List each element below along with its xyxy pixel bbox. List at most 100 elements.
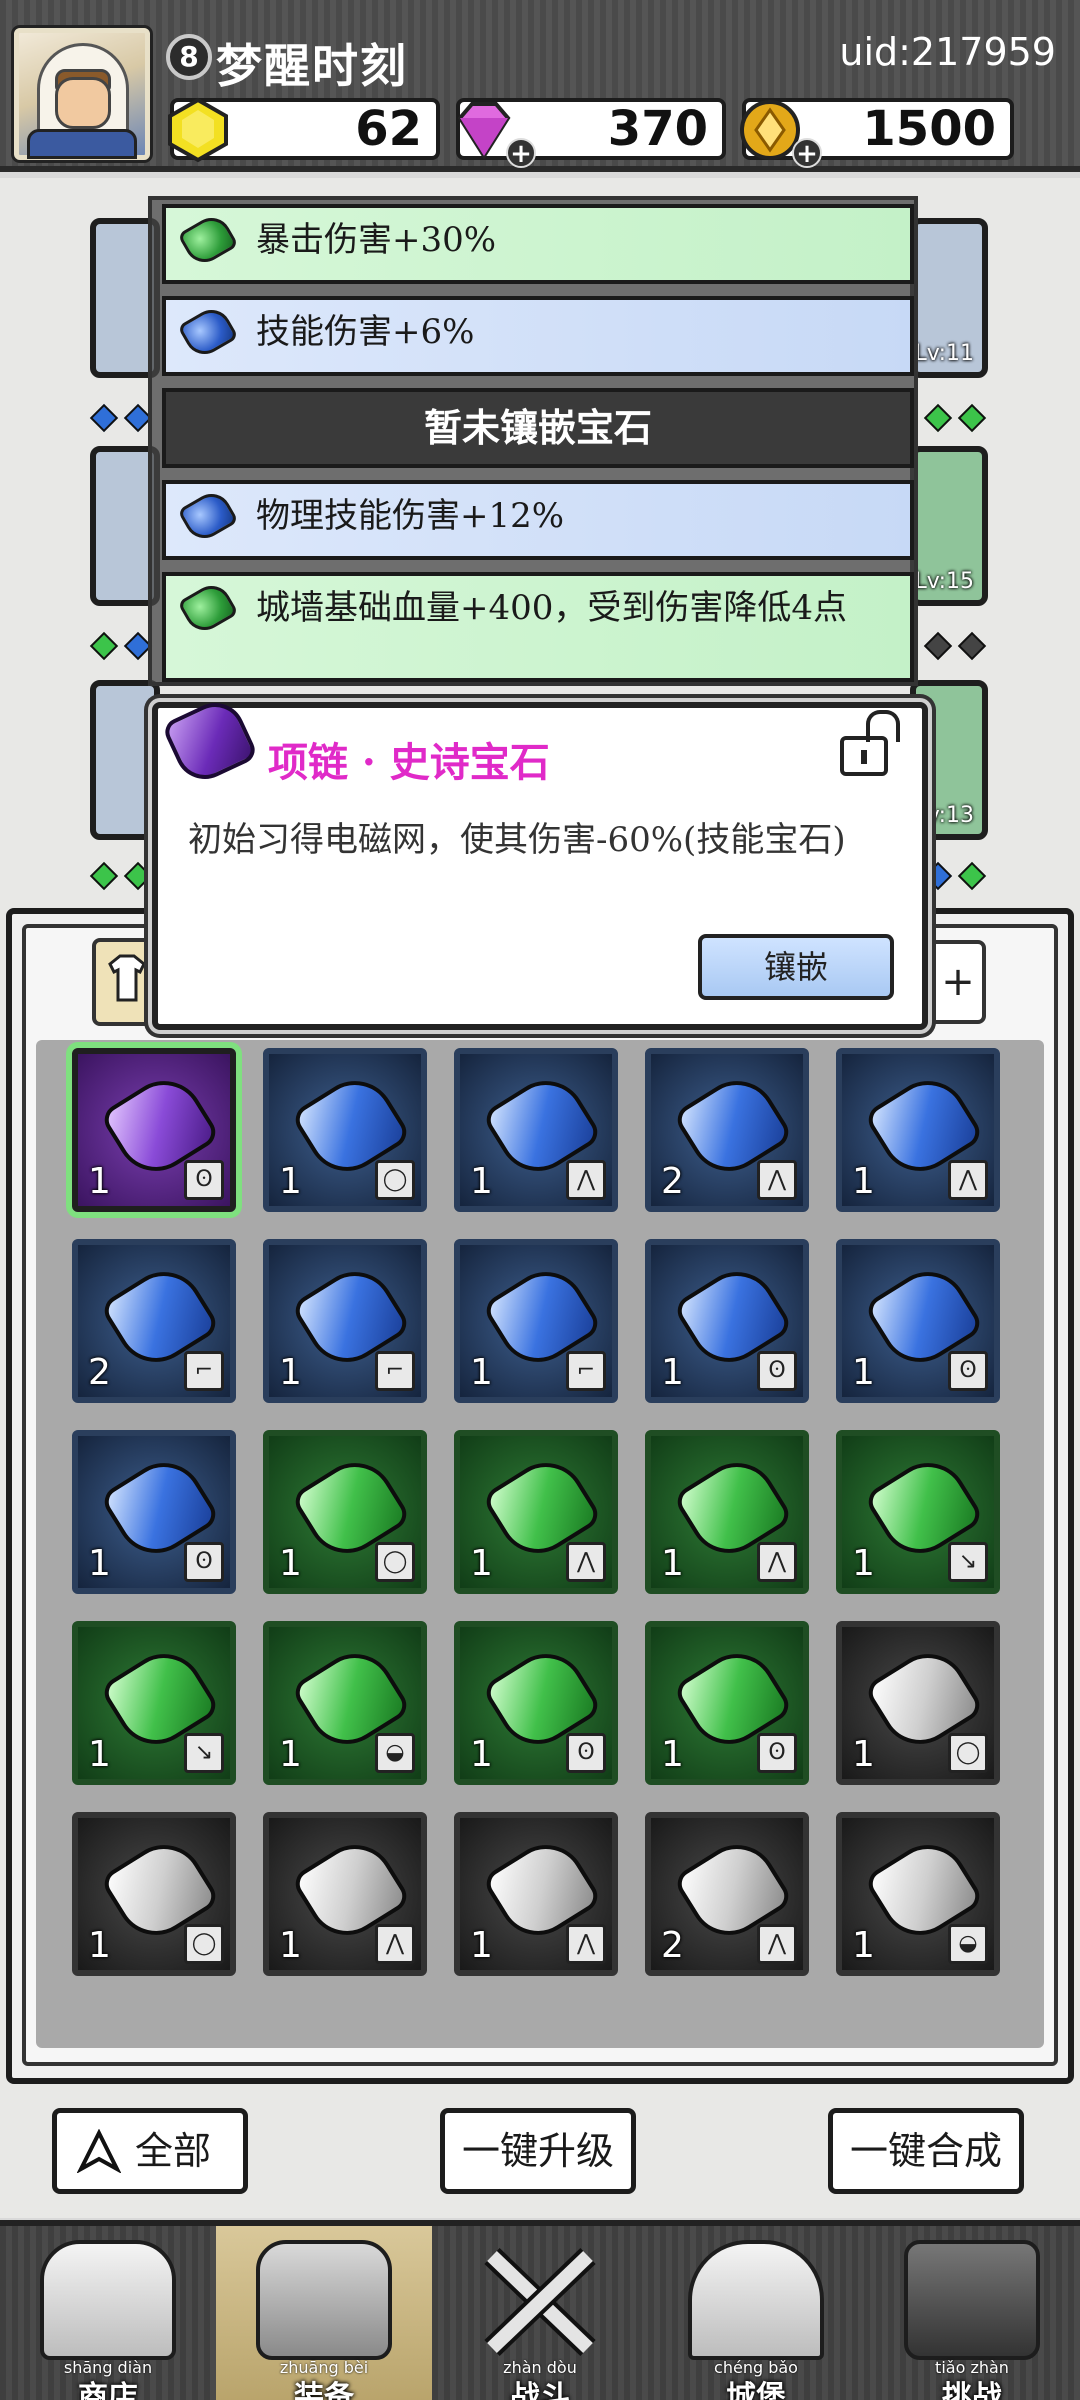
nav-battle[interactable]: zhàn dòu 战斗 (432, 2226, 648, 2400)
gem-cell[interactable]: 1ʘ (454, 1621, 618, 1785)
gem-count: 1 (88, 1161, 111, 1202)
nav-label: 装备 (294, 2380, 354, 2400)
armor-icon: ⋀ (566, 1924, 606, 1964)
resource-yellow-gem: 62 (168, 97, 440, 163)
one-key-upgrade-button[interactable]: 一键升级 (440, 2108, 636, 2194)
gem-cell[interactable]: 1 ⋀ (454, 1430, 618, 1594)
inlay-button[interactable]: 镶嵌 (698, 934, 894, 1000)
gem-count: 1 (470, 1352, 493, 1393)
socket-effect-text: 技能伤害+6% (256, 312, 475, 352)
filter-all-button[interactable]: 全部 (52, 2108, 248, 2194)
armor-icon: ⋀ (757, 1542, 797, 1582)
socket-effect-text: 城墙基础血量+400，受到伤害降低4点 (256, 588, 848, 628)
gem-cell[interactable]: 1 ↘ (72, 1621, 236, 1785)
gem-socket-list: 暴击伤害+30% 技能伤害+6% 暂未镶嵌宝石 物理技能伤害+12% 城墙基础血… (148, 196, 918, 686)
gem-cell[interactable]: 2 ⋀ (645, 1048, 809, 1212)
gem-count: 2 (88, 1352, 111, 1393)
gem-cell[interactable]: 1 ◯ (263, 1430, 427, 1594)
gem-cell[interactable]: 1 ⌐ (263, 1239, 427, 1403)
nav-label: 城堡 (726, 2380, 786, 2400)
gem-cell[interactable]: 1 ⋀ (454, 1048, 618, 1212)
gem-count: 1 (470, 1161, 493, 1202)
armor-icon: ⋀ (757, 1924, 797, 1964)
nav-label: 挑战 (942, 2380, 1002, 2400)
gem-cell[interactable]: 2 ⋀ (645, 1812, 809, 1976)
socket-row[interactable]: 技能伤害+6% (162, 296, 914, 376)
socket-effect-text: 物理技能伤害+12% (256, 496, 565, 536)
armor-icon: ⋀ (375, 1924, 415, 1964)
gem-cell[interactable]: 1ʘ (645, 1239, 809, 1403)
gem-cell[interactable]: 1 ◯ (263, 1048, 427, 1212)
gem-cell[interactable]: 1 ◯ (836, 1621, 1000, 1785)
gem-cell[interactable]: 1 ⋀ (836, 1048, 1000, 1212)
gold-coin-count: 1500 (862, 101, 996, 157)
gem-cell[interactable]: 1 ↘ (836, 1430, 1000, 1594)
gem-cell[interactable]: 1 ◯ (72, 1812, 236, 1976)
boots-icon: ⌐ (566, 1351, 606, 1391)
nav-equipment[interactable]: zhuāng bèi 装备 (216, 2226, 432, 2400)
equip-slot-right-2[interactable]: Lv:15 (910, 446, 988, 606)
socket-row-empty[interactable]: 暂未镶嵌宝石 (162, 388, 914, 468)
gem-cell[interactable]: 1ʘ (72, 1430, 236, 1594)
gem-cell[interactable]: 1ʘ (836, 1239, 1000, 1403)
player-uid: uid:217959 (839, 30, 1056, 74)
armor-icon: ⋀ (566, 1160, 606, 1200)
inventory-tab-add[interactable]: + (930, 940, 986, 1024)
gem-count: 1 (279, 1734, 302, 1775)
necklace-icon: ʘ (948, 1351, 988, 1391)
armor-icon: ⋀ (948, 1160, 988, 1200)
socket-row[interactable]: 暴击伤害+30% (162, 204, 914, 284)
gem-title: 项链 · 史诗宝石 (268, 739, 550, 786)
gem-count: 1 (661, 1543, 684, 1584)
equip-level: Lv:11 (914, 341, 974, 366)
nav-label: 商店 (78, 2380, 138, 2400)
equip-slot-left-3[interactable] (90, 680, 160, 840)
helmet-icon: ◒ (375, 1733, 415, 1773)
unlock-icon[interactable] (840, 736, 888, 776)
armor-icon: ⋀ (566, 1542, 606, 1582)
gem-cell[interactable]: 1ʘ (72, 1048, 236, 1212)
ring-icon: ◯ (375, 1542, 415, 1582)
gem-count: 2 (661, 1161, 684, 1202)
player-avatar[interactable] (14, 28, 150, 160)
empty-socket-text: 暂未镶嵌宝石 (423, 405, 652, 450)
equip-slot-right-1[interactable]: Lv:11 (910, 218, 988, 378)
add-coin-icon[interactable]: + (792, 138, 822, 168)
gem-count: 1 (852, 1543, 875, 1584)
gem-cell[interactable]: 1 ⋀ (645, 1430, 809, 1594)
nav-label: 战斗 (510, 2380, 570, 2400)
socket-row[interactable]: 物理技能伤害+12% (162, 480, 914, 560)
nav-challenge[interactable]: tiǎo zhàn 挑战 (864, 2226, 1080, 2400)
gem-cell[interactable]: 1 ◒ (263, 1621, 427, 1785)
gem-cell[interactable]: 1 ◒ (836, 1812, 1000, 1976)
gem-count: 1 (661, 1352, 684, 1393)
gem-count: 2 (661, 1925, 684, 1966)
one-key-merge-button[interactable]: 一键合成 (828, 2108, 1024, 2194)
nav-castle[interactable]: chéng bǎo 城堡 (648, 2226, 864, 2400)
gem-cell[interactable]: 1ʘ (645, 1621, 809, 1785)
gem-count: 1 (88, 1925, 111, 1966)
gem-count: 1 (470, 1925, 493, 1966)
avatar-coat (27, 129, 137, 159)
purple-diamond-count: 370 (607, 101, 708, 157)
gem-cell[interactable]: 2 ⌐ (72, 1239, 236, 1403)
nav-shop[interactable]: shāng diàn 商店 (0, 2226, 216, 2400)
top-bar: 8 梦醒时刻 uid:217959 62 + 370 + 1500 (0, 0, 1080, 172)
weapon-icon: ↘ (948, 1542, 988, 1582)
gem-cell[interactable]: 1 ⌐ (454, 1239, 618, 1403)
helmet-icon: ◒ (948, 1924, 988, 1964)
bottom-navigation: shāng diàn 商店 zhuāng bèi 装备 zhàn dòu 战斗 … (0, 2220, 1080, 2400)
yellow-gem-count: 62 (355, 101, 422, 157)
necklace-icon: ʘ (184, 1542, 224, 1582)
socket-row[interactable]: 城墙基础血量+400，受到伤害降低4点 (162, 572, 914, 682)
gem-cell[interactable]: 1 ⋀ (454, 1812, 618, 1976)
gem-description: 初始习得电磁网，使其伤害-60%(技能宝石) (188, 820, 846, 860)
armor-icon: ⋀ (757, 1160, 797, 1200)
gem-count: 1 (852, 1925, 875, 1966)
add-diamond-icon[interactable]: + (506, 138, 536, 168)
gem-cell[interactable]: 1 ⋀ (263, 1812, 427, 1976)
gem-count: 1 (279, 1543, 302, 1584)
necklace-icon: ʘ (757, 1733, 797, 1773)
blue-gem-icon (177, 486, 239, 546)
gem-count: 1 (661, 1734, 684, 1775)
